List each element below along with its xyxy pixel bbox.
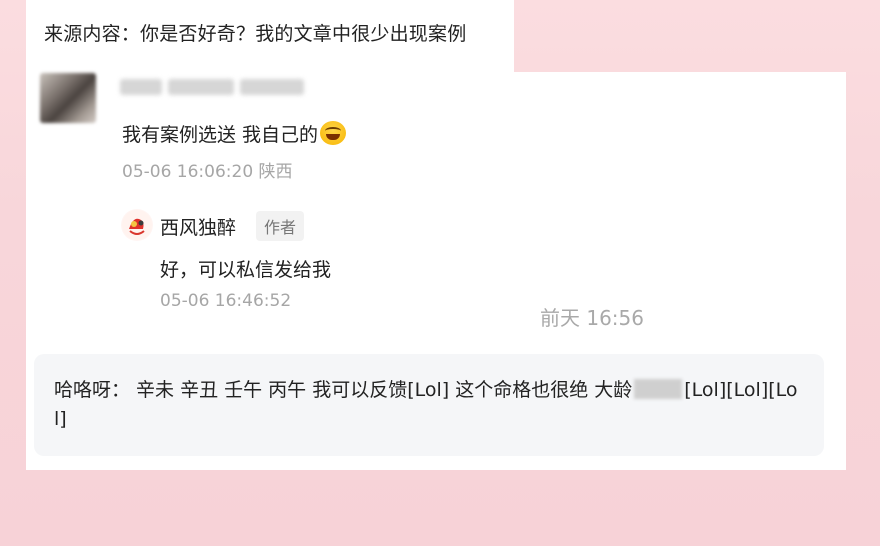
comment-meta: 05-06 16:06:20 陕西 (122, 162, 293, 182)
laughing-tears-emoji-icon (320, 121, 347, 145)
reply-text: 好，可以私信发给我 (160, 259, 332, 281)
chat-day-stamp: 前天 16:56 (540, 306, 644, 330)
commenter-avatar[interactable] (40, 73, 96, 123)
source-content-line: 来源内容：你是否好奇？我的文章中很少出现案例 (44, 23, 467, 45)
author-avatar[interactable] (121, 209, 153, 241)
chat-message-part: 哈咯呀： 辛未 辛丑 壬午 丙午 我可以反馈[Lol] 这个命格也很绝 大龄 (54, 379, 633, 401)
chat-message-bubble[interactable]: 哈咯呀： 辛未 辛丑 壬午 丙午 我可以反馈[Lol] 这个命格也很绝 大龄 [L… (34, 354, 824, 456)
reply-time: 05-06 16:46:52 (160, 291, 292, 311)
commenter-name-blurred (240, 79, 304, 95)
author-name[interactable]: 西风独醉 (160, 213, 236, 240)
redacted-blur (634, 379, 683, 399)
author-badge: 作者 (256, 211, 305, 241)
comment-body: 我有案例选送 我自己的 (122, 124, 319, 146)
commenter-name-blurred (120, 79, 162, 95)
commenter-name-blurred (168, 79, 234, 95)
comment-text: 我有案例选送 我自己的 (122, 120, 347, 147)
chat-message-text: 哈咯呀： 辛未 辛丑 壬午 丙午 我可以反馈[Lol] 这个命格也很绝 大龄 [L… (54, 376, 798, 434)
